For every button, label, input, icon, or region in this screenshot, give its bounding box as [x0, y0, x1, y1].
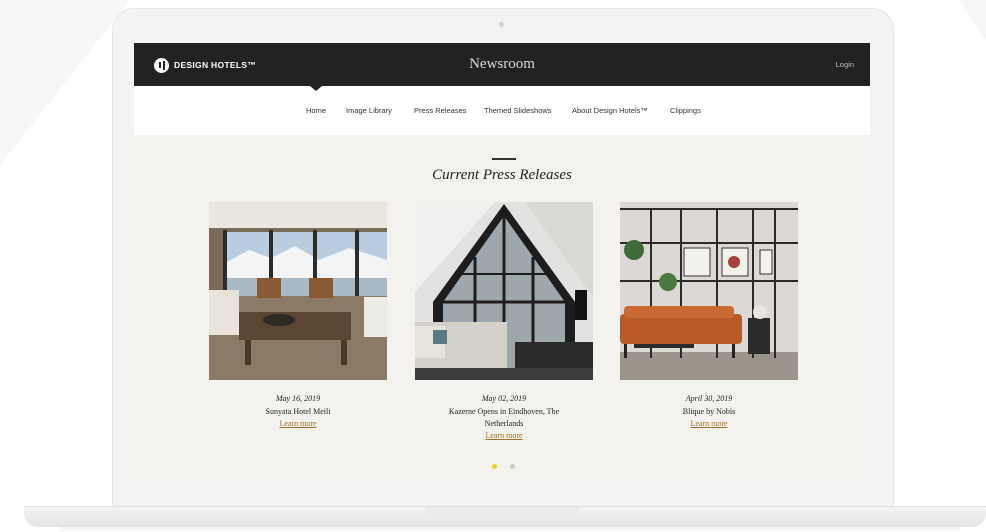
nav-item-clippings[interactable]: Clippings — [670, 106, 701, 115]
section-heading: Current Press Releases — [432, 167, 572, 183]
press-release-card: April 30, 2019 Blique by Nobis Learn mor… — [620, 202, 798, 428]
screen: DESIGN HOTELS™ Newsroom Login Home Image… — [134, 43, 870, 482]
release-title: Kazerne Opens in Eindhoven, The Netherla… — [448, 407, 560, 428]
login-link[interactable]: Login — [836, 60, 854, 69]
nav-item-themed-slideshows[interactable]: Themed Slideshows — [484, 106, 552, 115]
release-date: May 16, 2019 — [275, 394, 321, 403]
page-title: Newsroom — [469, 56, 535, 72]
release-date: May 02, 2019 — [481, 394, 527, 403]
heading-divider — [492, 158, 516, 160]
nav-item-home[interactable]: Home — [306, 106, 326, 115]
active-nav-pointer — [310, 86, 322, 91]
carousel-dot[interactable] — [510, 464, 515, 469]
main-nav: Home Image Library Press Releases Themed… — [134, 86, 870, 135]
learn-more-link[interactable]: Learn more — [620, 419, 798, 428]
release-title: Sunyata Hotel Meili — [265, 407, 331, 416]
camera-icon — [499, 22, 504, 27]
nav-item-about[interactable]: About Design Hotels™ — [572, 106, 648, 115]
press-release-card: May 16, 2019 Sunyata Hotel Meili Learn m… — [209, 202, 387, 428]
top-bar: DESIGN HOTELS™ Newsroom Login — [134, 43, 870, 86]
press-release-image[interactable] — [415, 202, 593, 380]
laptop-notch — [425, 507, 579, 518]
press-release-card: May 02, 2019 Kazerne Opens in Eindhoven,… — [415, 202, 593, 440]
nav-item-image-library[interactable]: Image Library — [346, 106, 392, 115]
press-release-image[interactable] — [620, 202, 798, 380]
carousel-dot[interactable] — [492, 464, 497, 469]
learn-more-link[interactable]: Learn more — [415, 431, 593, 440]
release-date: April 30, 2019 — [685, 394, 733, 403]
carousel-dots — [492, 464, 516, 470]
press-release-image[interactable] — [209, 202, 387, 380]
release-title: Blique by Nobis — [682, 407, 736, 416]
learn-more-link[interactable]: Learn more — [209, 419, 387, 428]
nav-item-press-releases[interactable]: Press Releases — [414, 106, 467, 115]
